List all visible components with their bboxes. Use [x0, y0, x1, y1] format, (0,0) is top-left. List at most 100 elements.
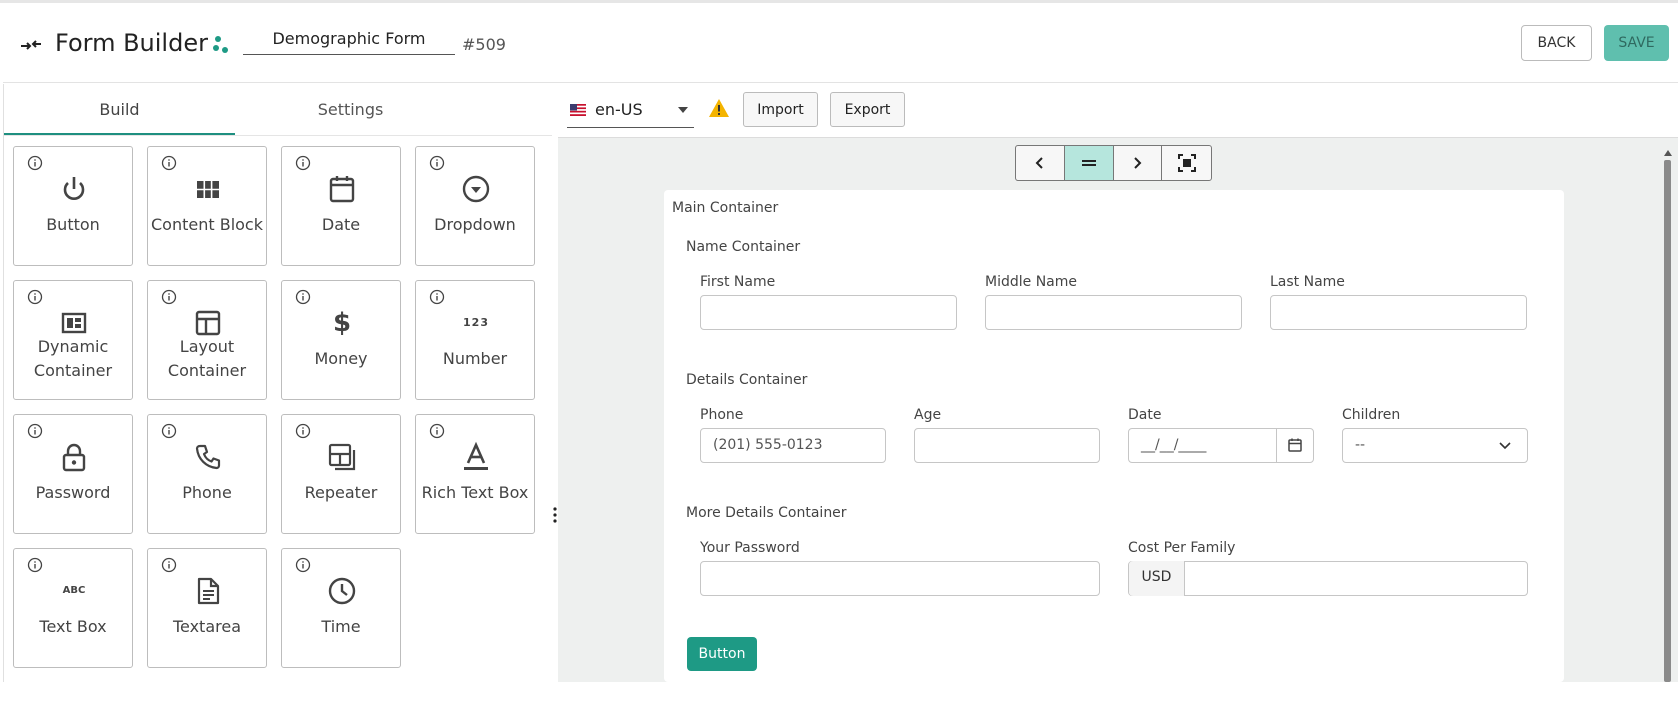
- date-picker-button[interactable]: [1276, 428, 1313, 463]
- last-name-input[interactable]: [1270, 295, 1527, 330]
- info-icon[interactable]: [27, 423, 43, 439]
- info-icon[interactable]: [429, 423, 445, 439]
- age-label: Age: [914, 407, 942, 423]
- component-tile-dropdown[interactable]: Dropdown: [415, 146, 535, 266]
- component-tile-content-block[interactable]: Content Block: [147, 146, 267, 266]
- component-label: Time: [321, 617, 361, 636]
- component-label: Money: [314, 349, 368, 368]
- children-label: Children: [1342, 407, 1401, 423]
- component-tile-rich-text-box[interactable]: Rich Text Box: [415, 414, 535, 534]
- collapse-arrows-icon[interactable]: [19, 33, 43, 57]
- preview-panel: en-US Import Export Main Container Name …: [558, 84, 1678, 682]
- previous-button[interactable]: [1016, 146, 1065, 180]
- cost-per-family-input[interactable]: [1128, 561, 1528, 596]
- clock-icon: [328, 577, 356, 605]
- name-container-label: Name Container: [686, 239, 801, 255]
- info-icon[interactable]: [295, 155, 311, 171]
- label-line: Container: [33, 361, 113, 380]
- info-icon[interactable]: [161, 423, 177, 439]
- next-button[interactable]: [1114, 146, 1163, 180]
- repeater-icon: [328, 443, 356, 471]
- info-icon[interactable]: [161, 289, 177, 305]
- info-icon[interactable]: [295, 289, 311, 305]
- component-label: Text Box: [39, 617, 107, 636]
- tab-build[interactable]: Build: [4, 84, 235, 135]
- component-tile-time[interactable]: Time: [281, 548, 401, 668]
- layout-toggle-button[interactable]: [1064, 146, 1114, 180]
- component-label: Textarea: [172, 617, 242, 636]
- form-status-icon: [213, 36, 228, 53]
- form-submit-button[interactable]: Button: [687, 637, 757, 671]
- password-label: Your Password: [700, 540, 800, 556]
- component-tile-date[interactable]: Date: [281, 146, 401, 266]
- main-container-label: Main Container: [672, 200, 779, 216]
- component-label: Number: [442, 349, 508, 368]
- form-canvas: Main Container Name Container First Name…: [664, 190, 1564, 682]
- grid-icon: [197, 181, 219, 198]
- info-icon[interactable]: [161, 155, 177, 171]
- drag-handle-icon[interactable]: [553, 506, 557, 524]
- calendar-icon: [329, 176, 355, 203]
- phone-icon: [195, 444, 221, 470]
- chevron-right-icon: [1134, 157, 1142, 169]
- preview-nav-group: [1015, 145, 1212, 181]
- component-tile-layout-container[interactable]: Layout Container: [147, 280, 267, 400]
- label-line: Layout: [179, 337, 235, 356]
- info-icon[interactable]: [429, 155, 445, 171]
- info-icon[interactable]: [27, 155, 43, 171]
- scrollbar-thumb[interactable]: [1664, 160, 1671, 682]
- component-label: Repeater: [304, 483, 378, 502]
- component-tile-dynamic-container[interactable]: Dynamic Container: [13, 280, 133, 400]
- abc-icon: ABC: [62, 585, 86, 596]
- component-tile-number[interactable]: 123 Number: [415, 280, 535, 400]
- component-tile-phone[interactable]: Phone: [147, 414, 267, 534]
- chevron-left-icon: [1035, 157, 1043, 169]
- children-value: --: [1355, 437, 1366, 453]
- info-icon[interactable]: [295, 557, 311, 573]
- component-label: Rich Text Box: [421, 483, 529, 502]
- fullscreen-icon: [1177, 154, 1196, 172]
- info-icon[interactable]: [295, 423, 311, 439]
- password-input[interactable]: [700, 561, 1100, 596]
- component-label: Dynamic Container: [14, 335, 132, 383]
- info-icon[interactable]: [27, 289, 43, 305]
- warning-icon[interactable]: [708, 98, 730, 118]
- info-icon[interactable]: [161, 557, 177, 573]
- caret-down-icon: [678, 107, 688, 113]
- component-tile-money[interactable]: $ Money: [281, 280, 401, 400]
- details-container-label: Details Container: [686, 372, 808, 388]
- component-tile-button[interactable]: Button: [13, 146, 133, 266]
- label-line: Dynamic: [37, 337, 109, 356]
- date-label: Date: [1128, 407, 1162, 423]
- scroll-up-arrow-icon[interactable]: [1664, 150, 1672, 156]
- first-name-label: First Name: [700, 274, 776, 290]
- first-name-input[interactable]: [700, 295, 957, 330]
- back-button[interactable]: BACK: [1521, 25, 1592, 61]
- component-tile-repeater[interactable]: Repeater: [281, 414, 401, 534]
- component-label: Phone: [182, 483, 232, 502]
- component-label: Content Block: [151, 215, 263, 234]
- info-icon[interactable]: [429, 289, 445, 305]
- app-header: Form Builder #509 BACK SAVE: [3, 3, 1678, 83]
- middle-name-input[interactable]: [985, 295, 1242, 330]
- more-details-container-label: More Details Container: [686, 505, 847, 521]
- age-input[interactable]: [914, 428, 1100, 463]
- component-panel: Build Settings Button Content Block Date…: [3, 84, 553, 682]
- component-tile-text-box[interactable]: ABC Text Box: [13, 548, 133, 668]
- component-tile-password[interactable]: Password: [13, 414, 133, 534]
- locale-select[interactable]: en-US: [567, 94, 694, 128]
- phone-label: Phone: [700, 407, 744, 423]
- middle-name-label: Middle Name: [985, 274, 1077, 290]
- export-button[interactable]: Export: [830, 92, 905, 127]
- info-icon[interactable]: [27, 557, 43, 573]
- phone-input[interactable]: (201) 555-0123: [700, 428, 886, 463]
- app-title: Form Builder: [55, 29, 208, 57]
- fullscreen-button[interactable]: [1162, 146, 1211, 180]
- save-button[interactable]: SAVE: [1604, 25, 1669, 61]
- tab-settings[interactable]: Settings: [235, 84, 466, 135]
- import-button[interactable]: Import: [743, 92, 818, 127]
- dropdown-circle-icon: [462, 175, 490, 203]
- component-tile-textarea[interactable]: Textarea: [147, 548, 267, 668]
- form-name-input[interactable]: [243, 21, 455, 55]
- locale-value: en-US: [595, 100, 643, 119]
